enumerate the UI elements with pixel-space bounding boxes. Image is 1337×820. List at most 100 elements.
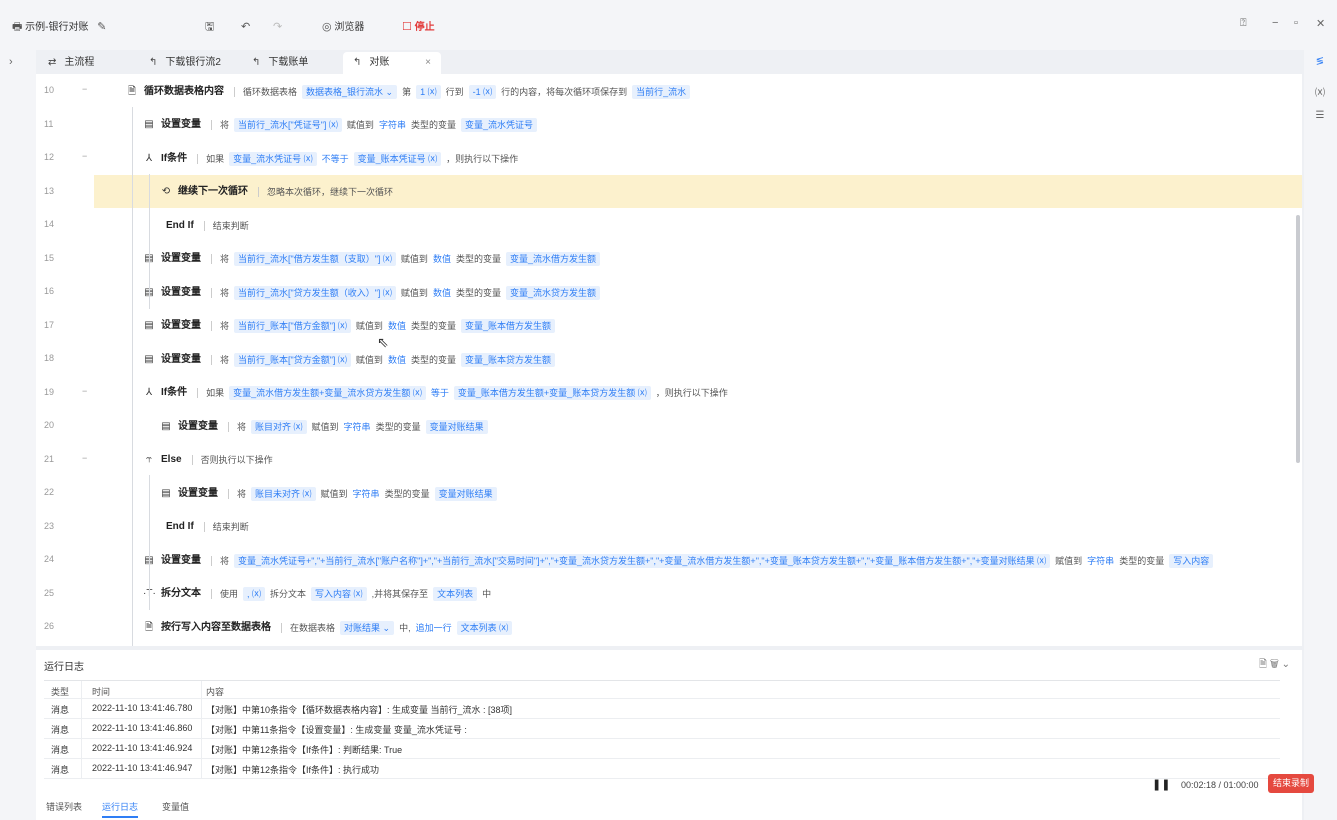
param-option[interactable]: 字符串 [379, 117, 406, 133]
param-chip[interactable]: 当前行_流水["贷方发生额（收入）"] ⒳ [234, 285, 396, 300]
param-chip[interactable]: 文本列表 [433, 587, 478, 602]
param-chip[interactable]: 当前行_流水["凭证号"] ⒳ [234, 118, 342, 133]
param-chip[interactable]: 变量_账本借方发生额+变量_账本贷方发生额 ⒳ [453, 386, 651, 401]
tab-download-bank[interactable]: ↰ 下载银行流2 [139, 52, 237, 74]
flow-row[interactable]: 13 ⟲ 继续下一次循环 忽略本次循环，继续下一次循环 [36, 174, 1302, 208]
flow-row[interactable]: 26 🗎 按行写入内容至数据表格 在数据表格 对账结果 ⌄ 中, 追加一行 文本列表 ⒳ [36, 610, 1302, 643]
browser-button[interactable]: ◎ 浏览器 [322, 17, 364, 37]
flow-icon[interactable]: ≶ [1312, 56, 1328, 67]
tab-main-flow[interactable]: ⇄ 主流程 [38, 52, 134, 74]
restore-icon[interactable]: ▫ [1294, 17, 1298, 29]
param-chip[interactable]: -1 ⒳ [468, 84, 497, 99]
close-icon[interactable]: ✕ [1316, 17, 1325, 30]
variable-icon[interactable]: ⒳ [1312, 84, 1328, 99]
expand-panel-icon[interactable]: › [9, 56, 13, 68]
flow-row[interactable]: 25·T·拆分文本使用, ⒳拆分文本写入内容 ⒳,并将其保存至文本列表中 [36, 577, 1302, 610]
param-chip[interactable]: 变量_流水借方发生额+变量_流水贷方发生额 ⒳ [229, 386, 426, 401]
log-row[interactable]: 消息 2022-11-10 13:41:46.780 【对账】中第10条指令【循环数… [44, 699, 1280, 719]
log-row[interactable]: 消息 2022-11-10 13:41:46.924 【对账】中第12条指令【If条… [44, 739, 1280, 759]
save-button[interactable]: 🖫 [205, 17, 214, 37]
command-text: 否则执行以下操作 [200, 455, 273, 466]
param-chip[interactable]: 变量_流水贷方发生额 [505, 285, 600, 300]
fold-toggle-icon[interactable]: − [82, 151, 87, 161]
edit-icon[interactable]: ✎ [97, 17, 106, 37]
param-option[interactable]: 追加一行 [416, 620, 452, 636]
flow-row[interactable]: 15▤设置变量将当前行_流水["借方发生额（支取）"] ⒳赋值到数值类型的变量变… [36, 242, 1302, 275]
param-option[interactable]: 数值 [433, 285, 451, 301]
tab-variables[interactable]: 变量值 [162, 800, 189, 813]
minimize-icon[interactable]: − [1272, 17, 1278, 29]
param-option[interactable]: 不等于 [322, 151, 349, 167]
flow-row[interactable]: 22 ▤ 设置变量 将账目未对齐 ⒳ 赋值到 字符串 类型的变量 变量对账结果 [36, 476, 1302, 509]
param-chip[interactable]: 当前行_流水["借方发生额（支取）"] ⒳ [234, 252, 396, 267]
tab-error-list[interactable]: 错误列表 [46, 800, 82, 813]
param-option[interactable]: 数值 [433, 251, 451, 267]
collapse-icon[interactable]: ⌄ [1282, 659, 1290, 670]
param-chip[interactable]: 1 ⒳ [416, 84, 441, 99]
command-text: 将 [220, 321, 230, 332]
param-chip[interactable]: 变量_账本凭证号 ⒳ [353, 151, 442, 166]
param-chip[interactable]: 变量_流水凭证号 ⒳ [229, 151, 317, 166]
param-option[interactable]: 字符串 [353, 486, 380, 502]
param-chip[interactable]: 当前行_流水 [632, 84, 691, 99]
pause-icon[interactable]: ❚❚ [1152, 779, 1170, 791]
param-chip[interactable]: 变量_流水借方发生额 [505, 252, 600, 267]
flow-row[interactable]: 19 − ⅄ If条件 如果 变量_流水借方发生额+变量_流水贷方发生额 ⒳ 等于 变量_账本… [36, 376, 1302, 409]
database-icon[interactable]: ☰ [1312, 110, 1328, 121]
param-chip[interactable]: 数据表格_银行流水 ⌄ [302, 84, 398, 99]
flow-row[interactable]: 11 ▤ 设置变量 将当前行_流水["凭证号"] ⒳ 赋值到 字符串 类型的变量 变量_流水凭… [36, 108, 1302, 141]
param-chip[interactable]: 写入内容 [1169, 553, 1214, 568]
tab-download-bill[interactable]: ↰ 下载账单 [242, 52, 340, 74]
param-chip[interactable]: 变量对账结果 [425, 419, 488, 434]
param-chip[interactable]: 变量_账本贷方发生额 [460, 352, 555, 367]
help-icon[interactable]: ⍰ [1240, 17, 1247, 30]
log-row[interactable]: 消息 2022-11-10 13:41:46.947 【对账】中第12条指令【If条… [44, 759, 1280, 779]
editor-scrollbar[interactable] [1296, 215, 1300, 463]
param-option[interactable]: 字符串 [1087, 553, 1114, 569]
fold-toggle-icon[interactable]: − [82, 84, 87, 94]
fold-toggle-icon[interactable]: − [82, 453, 87, 463]
flow-row[interactable]: 23 End If 结束判断 [36, 510, 1302, 543]
redo-button[interactable]: ↷ [273, 17, 282, 37]
param-chip[interactable]: , ⒳ [243, 587, 266, 602]
log-content: 【对账】中第12条指令【If条件】: 执行成功 [206, 765, 380, 775]
command-text: 类型的变量 [455, 287, 501, 298]
param-chip[interactable]: 当前行_账本["借方金额"] ⒳ [234, 319, 351, 334]
flow-row[interactable]: 24▤设置变量将变量_流水凭证号+","+当前行_流水["账户名称"]+","+… [36, 543, 1302, 576]
param-chip[interactable]: 变量_流水凭证号 [460, 118, 537, 133]
undo-button[interactable]: ↶ [241, 17, 250, 37]
param-option[interactable]: 等于 [431, 385, 449, 401]
flow-row[interactable]: 12 − ⅄ If条件 如果 变量_流水凭证号 ⒳ 不等于 变量_账本凭证号 ⒳ ，则执行以下操… [36, 141, 1302, 174]
line-number: 23 [44, 520, 55, 531]
param-chip[interactable]: 变量_账本借方发生额 [460, 319, 555, 334]
param-chip[interactable]: 变量_流水凭证号+","+当前行_流水["账户名称"]+","+当前行_流水["… [234, 553, 1051, 568]
log-row[interactable]: 消息 2022-11-10 13:41:46.860 【对账】中第11条指令【设置变… [44, 719, 1280, 739]
tab-run-log[interactable]: 运行日志 [102, 800, 139, 818]
flow-row[interactable]: 20 ▤ 设置变量 将账目对齐 ⒳ 赋值到 字符串 类型的变量 变量对账结果 [36, 409, 1302, 442]
stop-button[interactable]: ☐ 停止 [402, 17, 435, 37]
clear-log-icon[interactable]: 🗑 [1270, 659, 1279, 670]
flow-row[interactable]: 21 − ⥾ Else 否则执行以下操作 [36, 443, 1302, 476]
param-chip[interactable]: 账目未对齐 ⒳ [251, 486, 316, 501]
end-recording-button[interactable]: 结束录制 [1268, 774, 1315, 793]
param-option[interactable]: 数值 [388, 318, 406, 334]
param-chip[interactable]: 当前行_账本["贷方金额"] ⒳ [234, 352, 351, 367]
flow-row[interactable]: 10 − 🗎 循环数据表格内容 循环数据表格 数据表格_银行流水 ⌄ 第 1 ⒳ 行到 -1 ⒳ 行… [36, 74, 1302, 107]
param-chip[interactable]: 写入内容 ⒳ [311, 587, 367, 602]
flow-row[interactable]: 17 ▤ 设置变量 将当前行_账本["借方金额"] ⒳ 赋值到 数值 类型的变量 变量_账本借… [36, 309, 1302, 342]
export-log-icon[interactable]: 🗎 [1259, 659, 1267, 670]
param-chip[interactable]: 变量对账结果 [434, 486, 497, 501]
command-name: 设置变量 [161, 253, 201, 265]
fold-toggle-icon[interactable]: − [82, 386, 87, 396]
command-text: 将 [220, 555, 230, 566]
tab-close-icon[interactable]: × [425, 52, 431, 74]
flow-row[interactable]: 16▤设置变量将当前行_流水["贷方发生额（收入）"] ⒳赋值到数值类型的变量变… [36, 275, 1302, 308]
param-chip[interactable]: 账目对齐 ⒳ [251, 419, 307, 434]
flow-row[interactable]: 18 ▤ 设置变量 将当前行_账本["贷方金额"] ⒳ 赋值到 数值 类型的变量 变量_账本贷… [36, 342, 1302, 375]
tab-reconcile[interactable]: ↰ 对账 × [343, 52, 441, 74]
param-option[interactable]: 数值 [388, 352, 406, 368]
param-option[interactable]: 字符串 [344, 419, 371, 435]
param-chip[interactable]: 对账结果 ⌄ [340, 620, 395, 635]
flow-row[interactable]: 14 End If 结束判断 [36, 208, 1302, 241]
param-chip[interactable]: 文本列表 ⒳ [456, 620, 513, 635]
